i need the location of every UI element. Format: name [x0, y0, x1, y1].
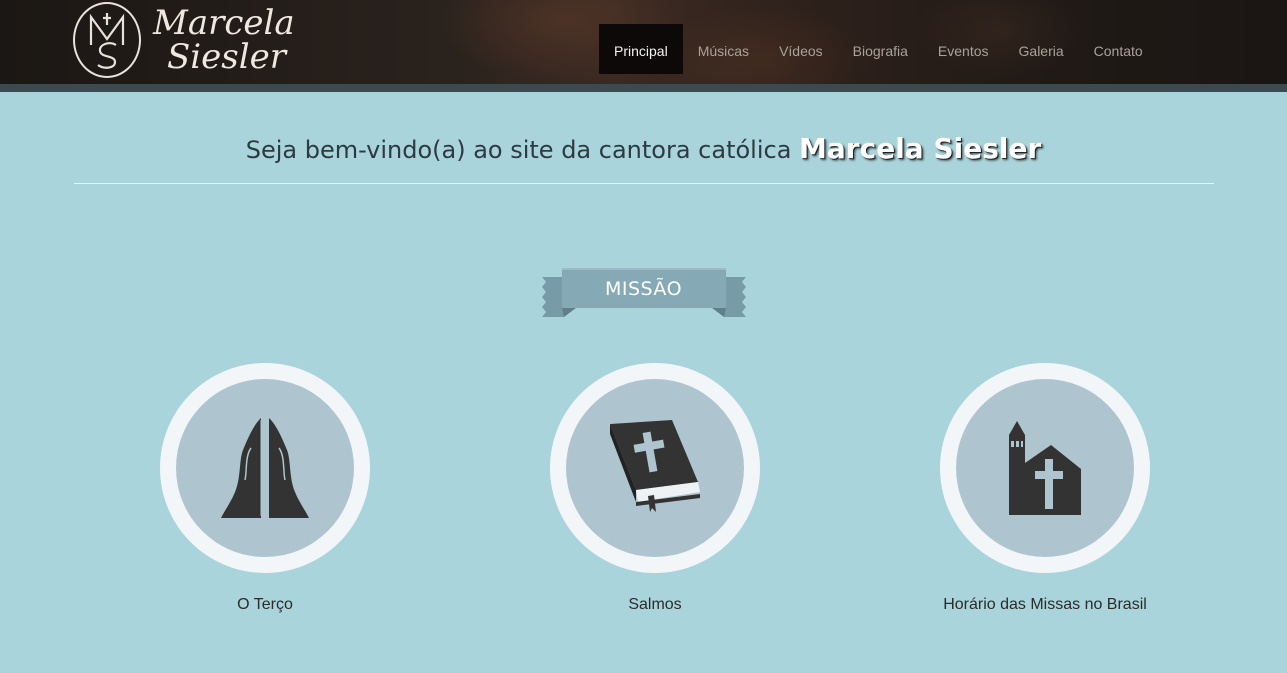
section-title: MISSÃO: [604, 278, 683, 300]
monogram-logo-icon: [73, 2, 141, 78]
bible-icon: [610, 420, 700, 512]
card-terco[interactable]: O Terço: [160, 363, 370, 613]
card-label[interactable]: Horário das Missas no Brasil: [840, 596, 1250, 614]
logo-line-1: Marcela: [153, 3, 295, 43]
site-header: Marcela Siesler Principal Músicas Vídeos…: [0, 0, 1287, 84]
divider: [73, 183, 1214, 184]
mission-cards: O Terço Salmos Horário das Missas no Bra…: [0, 320, 1287, 613]
card-ring: [160, 363, 370, 573]
church-icon: [1009, 421, 1081, 515]
nav-item-contato[interactable]: Contato: [1079, 24, 1158, 74]
nav-item-principal[interactable]: Principal: [599, 24, 683, 74]
welcome-text: Seja bem-vindo(a) ao site da cantora cat…: [245, 136, 792, 164]
nav-item-eventos[interactable]: Eventos: [923, 24, 1004, 74]
nav-item-musicas[interactable]: Músicas: [683, 24, 764, 74]
nav-item-galeria[interactable]: Galeria: [1004, 24, 1079, 74]
card-label[interactable]: Salmos: [450, 596, 860, 614]
main-nav: Principal Músicas Vídeos Biografia Event…: [599, 24, 1158, 74]
card-inner-circle: [176, 379, 354, 557]
card-missas[interactable]: Horário das Missas no Brasil: [940, 363, 1150, 613]
site-logo[interactable]: Marcela Siesler: [73, 2, 295, 78]
card-inner-circle: [956, 379, 1134, 557]
nav-item-videos[interactable]: Vídeos: [764, 24, 838, 74]
praying-hands-icon: [221, 418, 309, 518]
card-ring: [550, 363, 760, 573]
card-ring: [940, 363, 1150, 573]
nav-item-biografia[interactable]: Biografia: [838, 24, 923, 74]
welcome-heading: Seja bem-vindo(a) ao site da cantora cat…: [0, 132, 1287, 165]
card-label[interactable]: O Terço: [60, 596, 470, 614]
card-inner-circle: [566, 379, 744, 557]
welcome-name: Marcela Siesler: [799, 132, 1042, 165]
section-ribbon: MISSÃO: [541, 268, 746, 320]
card-salmos[interactable]: Salmos: [550, 363, 760, 613]
logo-line-2: Siesler: [167, 37, 286, 77]
logo-wordmark: Marcela Siesler: [153, 6, 295, 74]
header-strip: [0, 84, 1287, 92]
